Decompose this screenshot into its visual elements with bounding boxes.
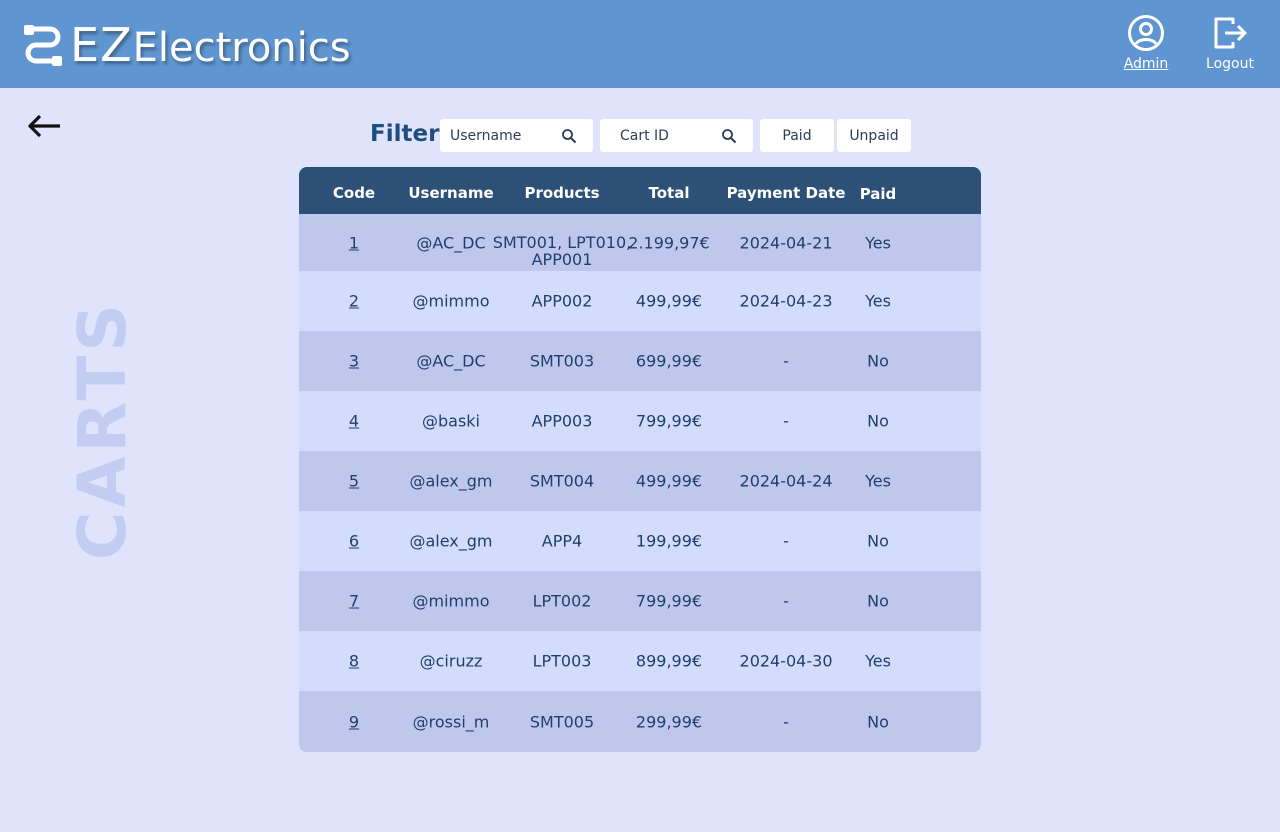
cell-paid: No (867, 591, 889, 611)
cell-total: 699,99€ (635, 351, 703, 371)
cell-username: @rossi_m (412, 712, 490, 731)
cart-code-link[interactable]: 8 (349, 653, 359, 670)
cell-username: @mimmo (412, 591, 490, 611)
cart-code-link[interactable]: 9 (349, 713, 359, 730)
brand-name: EZElectronics (70, 18, 351, 72)
cell-paid: Yes (865, 233, 891, 252)
cell-paid: Yes (865, 291, 891, 311)
cell-payment-date: - (783, 411, 789, 431)
cell-paid: Yes (865, 651, 891, 671)
unpaid-filter-button[interactable]: Unpaid (837, 119, 911, 152)
admin-button[interactable]: Admin (1118, 14, 1174, 72)
table-row: 2 @mimmo APP002 499,99€ 2024-04-23 Yes (299, 271, 981, 331)
cart-code-link[interactable]: 2 (349, 293, 359, 310)
cell-paid: No (867, 351, 889, 371)
filter-label: Filter (370, 121, 440, 147)
header-products: Products (524, 184, 600, 202)
brand-ez: EZ (70, 18, 133, 72)
logout-icon (1214, 17, 1247, 49)
cell-paid: No (867, 411, 889, 431)
cell-total: 2.199,97€ (628, 233, 710, 252)
search-icon[interactable] (721, 128, 737, 144)
table-row: 4 @baski APP003 799,99€ - No (299, 391, 981, 451)
header-total: Total (648, 184, 690, 202)
user-circle-icon (1128, 15, 1164, 51)
cell-paid: No (867, 712, 889, 731)
username-search (440, 119, 593, 152)
cell-paid: Yes (865, 471, 891, 491)
table-header: Code Username Products Total Payment Dat… (299, 167, 981, 214)
cell-products: SMT001, LPT010, APP001 (492, 233, 632, 269)
cart-code-link[interactable]: 4 (349, 413, 359, 430)
cell-products: SMT004 (529, 471, 595, 491)
cartid-search-input[interactable] (600, 119, 700, 152)
table-row: 1 @AC_DC SMT001, LPT010, APP001 2.199,97… (299, 214, 981, 271)
cell-products: LPT002 (532, 591, 592, 611)
cell-total: 199,99€ (635, 531, 703, 551)
cell-total: 799,99€ (635, 411, 703, 431)
cell-products: APP003 (531, 411, 593, 431)
cell-username: @baski (421, 411, 481, 431)
cell-total: 499,99€ (635, 291, 703, 311)
search-icon[interactable] (561, 128, 577, 144)
cell-products: LPT003 (532, 651, 592, 671)
page-title: CARTS (64, 300, 141, 560)
admin-label: Admin (1123, 56, 1169, 72)
cart-code-link[interactable]: 7 (349, 593, 359, 610)
paid-filter-button[interactable]: Paid (760, 119, 834, 152)
cell-username: @alex_gm (409, 471, 493, 491)
table-row: 7 @mimmo LPT002 799,99€ - No (299, 571, 981, 631)
header-username: Username (408, 184, 494, 202)
table-row: 3 @AC_DC SMT003 699,99€ - No (299, 331, 981, 391)
cell-products: SMT003 (529, 351, 595, 371)
cart-code-link[interactable]: 1 (349, 234, 359, 251)
cell-payment-date: 2024-04-30 (739, 651, 833, 671)
logout-label: Logout (1206, 56, 1254, 72)
cart-code-link[interactable]: 5 (349, 473, 359, 490)
cell-username: @ciruzz (419, 651, 483, 671)
header-code: Code (332, 184, 376, 202)
cell-products: APP002 (531, 291, 593, 311)
cell-products: SMT005 (529, 712, 595, 731)
cell-payment-date: 2024-04-24 (739, 471, 833, 491)
cell-total: 499,99€ (635, 471, 703, 491)
header-paid: Paid (859, 185, 897, 203)
cell-username: @AC_DC (416, 233, 486, 252)
cartid-search (600, 119, 753, 152)
header-payment-date: Payment Date (726, 184, 846, 202)
table-row: 5 @alex_gm SMT004 499,99€ 2024-04-24 Yes (299, 451, 981, 511)
carts-table: Code Username Products Total Payment Dat… (299, 167, 981, 752)
top-bar: EZElectronics Admin Logout (0, 0, 1280, 88)
cell-payment-date: - (783, 591, 789, 611)
cell-payment-date: 2024-04-23 (739, 291, 833, 311)
cart-code-link[interactable]: 6 (349, 533, 359, 550)
table-row: 9 @rossi_m SMT005 299,99€ - No (299, 691, 981, 752)
cart-code-link[interactable]: 3 (349, 353, 359, 370)
brand-electronics: Electronics (132, 25, 351, 71)
table-row: 6 @alex_gm APP4 199,99€ - No (299, 511, 981, 571)
cell-payment-date: - (783, 351, 789, 371)
arrow-left-icon[interactable] (26, 110, 64, 142)
cell-payment-date: 2024-04-21 (739, 233, 833, 252)
cell-total: 899,99€ (635, 651, 703, 671)
table-row: 8 @ciruzz LPT003 899,99€ 2024-04-30 Yes (299, 631, 981, 691)
cell-payment-date: - (783, 531, 789, 551)
ez-logo-icon (24, 25, 62, 66)
brand-logo[interactable]: EZElectronics (22, 18, 351, 72)
cell-username: @AC_DC (416, 351, 486, 371)
username-search-input[interactable] (440, 119, 540, 152)
cell-products: APP4 (541, 531, 583, 551)
logout-button[interactable]: Logout (1200, 14, 1260, 72)
cell-total: 799,99€ (635, 591, 703, 611)
cell-paid: No (867, 531, 889, 551)
cell-username: @alex_gm (409, 531, 493, 551)
cell-total: 299,99€ (635, 712, 703, 731)
cell-username: @mimmo (412, 291, 490, 311)
cell-payment-date: - (783, 712, 789, 731)
